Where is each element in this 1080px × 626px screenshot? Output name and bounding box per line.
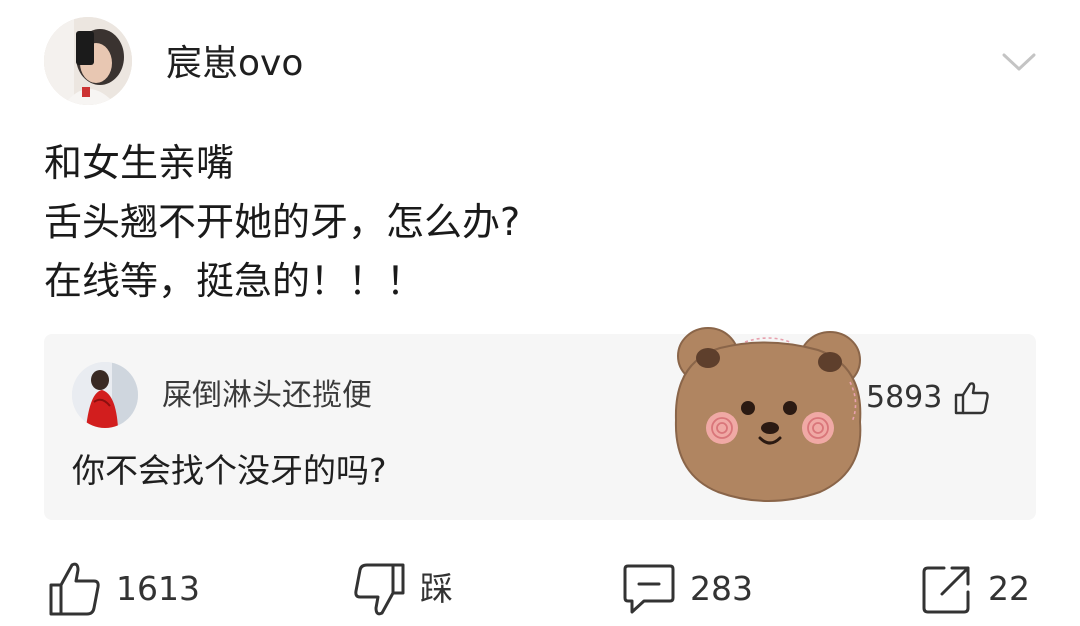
share-count: 22 [988, 569, 1030, 608]
thumbs-up-icon [49, 562, 100, 616]
comment-count: 283 [690, 569, 753, 608]
action-bar: 1613 踩 283 22 [0, 556, 1080, 626]
comment-text: 你不会找个没牙的吗? [72, 451, 387, 490]
comment-like-button[interactable]: 5893 [866, 378, 990, 418]
post-line: 舌头翘不开她的牙，怎么办? [44, 200, 521, 244]
post-line: 在线等，挺急的！！！ [44, 259, 425, 303]
author-name[interactable]: 宸崽ovo [166, 42, 303, 86]
bear-face-icon [674, 327, 862, 502]
like-button[interactable]: 1613 [48, 556, 200, 622]
hot-comment-card[interactable]: 屎倒淋头还揽便 你不会找个没牙的吗? 5893 [44, 334, 1036, 520]
bear-sticker [660, 322, 876, 510]
commenter-photo-icon [72, 362, 138, 428]
post-header: 宸崽ovo [0, 0, 1080, 120]
thumbs-up-icon [955, 382, 990, 415]
post-content: 和女生亲嘴 舌头翘不开她的牙，怎么办? 在线等，挺急的！！！ [44, 134, 1024, 311]
like-count: 1613 [116, 569, 200, 608]
commenter-name[interactable]: 屎倒淋头还揽便 [162, 378, 372, 414]
thumbs-down-icon [354, 563, 405, 616]
dislike-button[interactable]: 踩 [352, 556, 453, 622]
chevron-down-icon[interactable] [1001, 50, 1037, 74]
share-button[interactable]: 22 [920, 556, 1030, 622]
post-line: 和女生亲嘴 [44, 141, 235, 185]
comment-like-count: 5893 [866, 380, 943, 415]
author-avatar[interactable] [44, 17, 132, 105]
commenter-avatar[interactable] [72, 362, 138, 428]
dislike-label: 踩 [420, 569, 453, 608]
avatar-photo-icon [44, 17, 132, 105]
share-icon [922, 566, 970, 614]
comment-bubble-icon [623, 564, 675, 614]
comment-button[interactable]: 283 [622, 556, 753, 622]
